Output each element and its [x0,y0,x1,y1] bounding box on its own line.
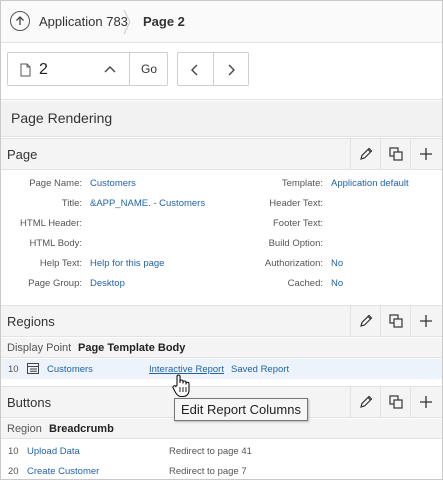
regions-section-header: Regions [1,305,442,337]
chevron-left-icon[interactable] [190,63,200,77]
region-name-link[interactable]: Customers [47,364,93,375]
page-section-title: Page [7,147,38,162]
region-label: Region [7,423,42,435]
pencil-icon [360,147,373,160]
prop-label: HTML Body: [29,238,82,249]
saved-report-link[interactable]: Saved Report [231,364,289,375]
add-page-item-button[interactable] [410,139,440,169]
page-designer-panel: Application 783 Page 2 2 Go Page Renderi… [0,0,443,480]
copy-region-button[interactable] [380,306,410,336]
page-toolbar: 2 Go [1,44,442,100]
copy-button-button[interactable] [380,387,410,417]
panel-title: Page Rendering [1,101,442,137]
prop-label: Title: [61,198,82,209]
button-name-link[interactable]: Upload Data [27,446,80,457]
copy-icon [389,395,403,409]
page-selector: 2 Go [7,52,168,86]
prop-label: Build Option: [268,238,323,249]
prop-template[interactable]: Application default [331,178,409,189]
display-point-value: Page Template Body [78,342,186,354]
button-name-link[interactable]: Create Customer [27,466,99,477]
prop-cached[interactable]: No [331,278,343,289]
page-properties: Page Name: Customers Title: &APP_NAME. -… [1,171,442,301]
plus-icon [420,396,432,408]
region-row[interactable]: 10 Customers Interactive Report Saved Re… [1,359,442,379]
prop-label: Template: [281,178,323,189]
plus-icon [420,148,432,160]
page-navigation [177,52,249,86]
button-sequence: 10 [8,446,19,457]
display-point-label: Display Point [7,342,72,354]
prop-label: Footer Text: [273,218,323,229]
prop-title[interactable]: &APP_NAME. - Customers [90,198,205,209]
breadcrumb-current-page: Page 2 [143,14,185,29]
pencil-icon [360,314,373,327]
button-action: Redirect to page 7 [169,466,247,477]
prop-label: Page Group: [28,278,82,289]
button-row[interactable]: 20 Create Customer Redirect to page 7 [1,461,442,479]
region-group-row: Region Breadcrumb [1,419,442,439]
chevron-right-icon[interactable] [226,63,236,77]
prop-label: Authorization: [264,258,323,269]
region-sequence: 10 [8,364,19,375]
breadcrumb-separator-icon [123,9,131,35]
hand-cursor-icon [172,374,190,398]
tooltip: Edit Report Columns [174,398,308,421]
regions-section-title: Regions [7,314,55,329]
plus-icon [420,315,432,327]
page-section-header: Page [1,138,442,170]
prop-label: HTML Header: [20,218,82,229]
pencil-icon [360,395,373,408]
page-icon [20,63,31,77]
go-button[interactable]: Go [130,53,168,85]
prop-help-text[interactable]: Help for this page [90,258,164,269]
copy-icon [389,147,403,161]
breadcrumb: Application 783 Page 2 [1,1,442,43]
prop-page-name[interactable]: Customers [90,178,136,189]
prop-label: Header Text: [269,198,323,209]
breadcrumb-application[interactable]: Application 783 [39,14,128,29]
report-icon [27,363,39,374]
prop-authorization[interactable]: No [331,258,343,269]
prop-label: Cached: [287,278,323,289]
chevron-up-icon[interactable] [103,65,117,74]
copy-icon [389,314,403,328]
add-button-button[interactable] [410,387,440,417]
button-sequence: 20 [8,466,19,477]
buttons-section-title: Buttons [7,395,52,410]
edit-buttons-button[interactable] [350,387,380,417]
copy-page-button[interactable] [380,139,410,169]
prop-page-group[interactable]: Desktop [90,278,125,289]
divider [213,53,214,85]
prop-label: Page Name: [29,178,82,189]
region-value: Breadcrumb [49,423,114,435]
button-row[interactable]: 10 Upload Data Redirect to page 41 [1,441,442,461]
edit-page-button[interactable] [350,139,380,169]
display-point-row: Display Point Page Template Body [1,338,442,358]
prop-label: Help Text: [39,258,82,269]
panel-title-text: Page Rendering [11,110,113,126]
page-number-input[interactable]: 2 [39,61,48,79]
button-action: Redirect to page 41 [169,446,252,457]
add-region-button[interactable] [410,306,440,336]
up-arrow-icon[interactable] [10,11,30,31]
edit-regions-button[interactable] [350,306,380,336]
